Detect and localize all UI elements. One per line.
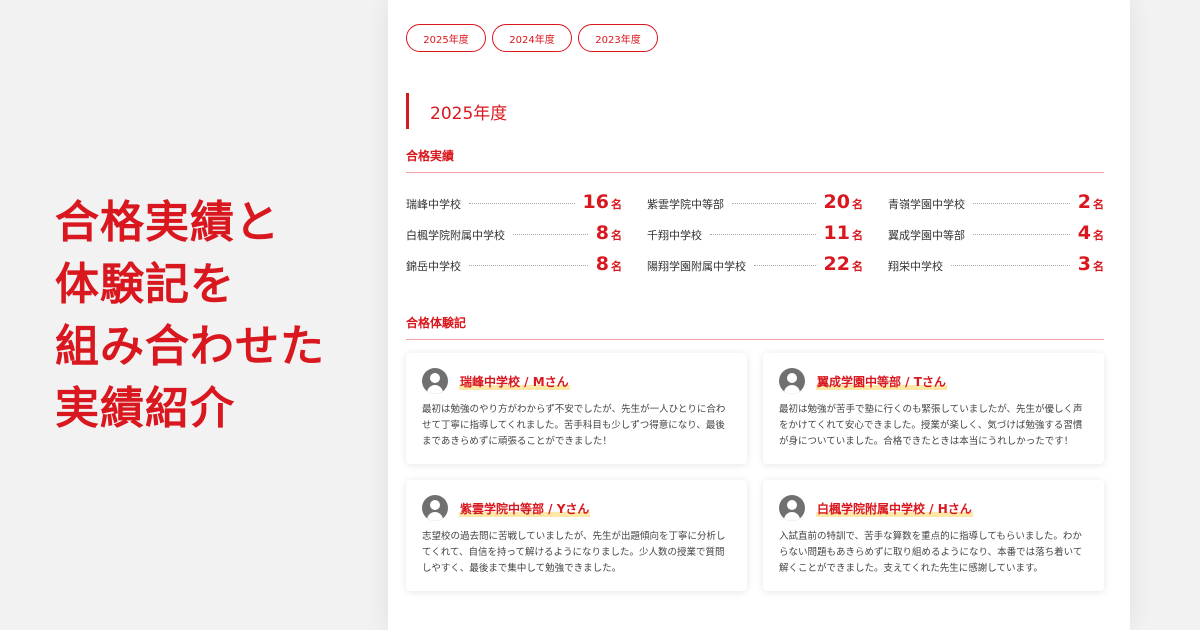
pass-count: 8 bbox=[595, 222, 609, 244]
dotted-leader bbox=[973, 234, 1070, 235]
pass-count: 4 bbox=[1077, 222, 1091, 244]
story-text: 入試直前の特訓で、苦手な算数を重点的に指導してもらいました。わからない問題もあき… bbox=[779, 531, 1083, 574]
result-row: 千翔中学校 11 名 bbox=[647, 222, 863, 244]
result-row: 紫雲学院中等部 20 名 bbox=[647, 191, 863, 213]
section-title: 2025年度 bbox=[406, 93, 507, 129]
school-name: 翼成学園中等部 bbox=[888, 229, 965, 242]
results-grid: 瑞峰中学校 16 名 紫雲学院中等部 20 名 青嶺学園中学校 2 名 白楓学院附属中学校 8… bbox=[406, 191, 1104, 275]
story-title: 白楓学院附属中学校 / Hさん bbox=[816, 499, 973, 517]
count-unit: 名 bbox=[852, 198, 863, 211]
dotted-leader bbox=[732, 203, 816, 204]
story-title: 紫雲学院中等部 / Yさん bbox=[459, 499, 591, 517]
user-avatar-icon bbox=[422, 368, 448, 394]
result-row: 錦岳中学校 8 名 bbox=[406, 253, 622, 275]
story-text: 志望校の過去問に苦戦していましたが、先生が出題傾向を丁寧に分析してくれて、自信を… bbox=[422, 531, 726, 574]
count-unit: 名 bbox=[1093, 260, 1104, 273]
dotted-leader bbox=[973, 203, 1070, 204]
dotted-leader bbox=[710, 234, 816, 235]
result-row: 翼成学園中等部 4 名 bbox=[888, 222, 1104, 244]
count-unit: 名 bbox=[852, 229, 863, 242]
pass-count: 2 bbox=[1077, 191, 1091, 213]
year-tab-2025[interactable]: 2025年度 bbox=[406, 24, 486, 52]
result-row: 翔栄中学校 3 名 bbox=[888, 253, 1104, 275]
stories-heading: 合格体験記 bbox=[406, 314, 1104, 340]
pass-count: 3 bbox=[1077, 253, 1091, 275]
results-panel: 2025年度 2024年度 2023年度 2025年度 合格実績 瑞峰中学校 16… bbox=[388, 0, 1130, 630]
user-avatar-icon bbox=[779, 368, 805, 394]
school-name: 陽翔学園附属中学校 bbox=[647, 260, 746, 273]
count-unit: 名 bbox=[852, 260, 863, 273]
dotted-leader bbox=[754, 265, 816, 266]
count-unit: 名 bbox=[611, 198, 622, 211]
count-unit: 名 bbox=[1093, 229, 1104, 242]
pass-count: 22 bbox=[823, 253, 850, 275]
school-name: 錦岳中学校 bbox=[406, 260, 461, 273]
pass-count: 11 bbox=[823, 222, 850, 244]
year-tabs: 2025年度 2024年度 2023年度 bbox=[406, 24, 658, 52]
story-text: 最初は勉強のやり方がわからず不安でしたが、先生が一人ひとりに合わせて丁寧に指導し… bbox=[422, 404, 726, 447]
result-row: 青嶺学園中学校 2 名 bbox=[888, 191, 1104, 213]
headline-line: 合格実績と bbox=[55, 197, 280, 248]
year-tab-2023[interactable]: 2023年度 bbox=[578, 24, 658, 52]
dotted-leader bbox=[951, 265, 1070, 266]
pass-count: 8 bbox=[595, 253, 609, 275]
story-card: 瑞峰中学校 / Mさん 最初は勉強のやり方がわからず不安でしたが、先生が一人ひと… bbox=[406, 353, 747, 464]
story-title: 瑞峰中学校 / Mさん bbox=[459, 372, 570, 390]
school-name: 千翔中学校 bbox=[647, 229, 702, 242]
school-name: 紫雲学院中等部 bbox=[647, 198, 724, 211]
results-heading: 合格実績 bbox=[406, 147, 1104, 173]
result-row: 瑞峰中学校 16 名 bbox=[406, 191, 622, 213]
story-cards: 瑞峰中学校 / Mさん 最初は勉強のやり方がわからず不安でしたが、先生が一人ひと… bbox=[406, 353, 1104, 591]
school-name: 瑞峰中学校 bbox=[406, 198, 461, 211]
pass-count: 16 bbox=[582, 191, 609, 213]
dotted-leader bbox=[469, 265, 588, 266]
school-name: 白楓学院附属中学校 bbox=[406, 229, 505, 242]
headline-line: 組み合わせた bbox=[55, 321, 325, 372]
count-unit: 名 bbox=[611, 229, 622, 242]
story-card: 紫雲学院中等部 / Yさん 志望校の過去問に苦戦していましたが、先生が出題傾向を… bbox=[406, 480, 747, 591]
story-card: 白楓学院附属中学校 / Hさん 入試直前の特訓で、苦手な算数を重点的に指導しても… bbox=[763, 480, 1104, 591]
pass-count: 20 bbox=[823, 191, 850, 213]
dotted-leader bbox=[513, 234, 588, 235]
result-row: 白楓学院附属中学校 8 名 bbox=[406, 222, 622, 244]
headline: 合格実績と 体験記を 組み合わせた 実績紹介 bbox=[55, 192, 325, 440]
school-name: 青嶺学園中学校 bbox=[888, 198, 965, 211]
headline-line: 実績紹介 bbox=[55, 383, 235, 434]
count-unit: 名 bbox=[1093, 198, 1104, 211]
user-avatar-icon bbox=[422, 495, 448, 521]
count-unit: 名 bbox=[611, 260, 622, 273]
headline-line: 体験記を bbox=[55, 259, 235, 310]
story-text: 最初は勉強が苦手で塾に行くのも緊張していましたが、先生が優しく声をかけてくれて安… bbox=[779, 404, 1083, 447]
year-tab-2024[interactable]: 2024年度 bbox=[492, 24, 572, 52]
result-row: 陽翔学園附属中学校 22 名 bbox=[647, 253, 863, 275]
story-title: 翼成学園中等部 / Tさん bbox=[816, 372, 947, 390]
school-name: 翔栄中学校 bbox=[888, 260, 943, 273]
user-avatar-icon bbox=[779, 495, 805, 521]
story-card: 翼成学園中等部 / Tさん 最初は勉強が苦手で塾に行くのも緊張していましたが、先… bbox=[763, 353, 1104, 464]
dotted-leader bbox=[469, 203, 575, 204]
